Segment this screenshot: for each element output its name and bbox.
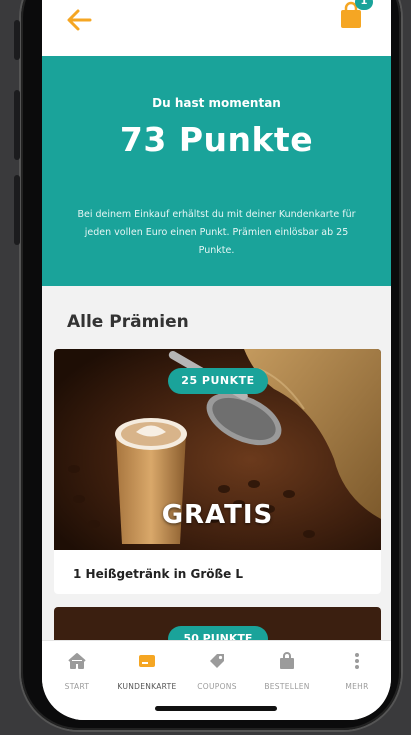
volume-up-button: [14, 90, 20, 160]
tab-label: MEHR: [345, 682, 369, 691]
points-badge: 25 PUNKTE: [168, 368, 268, 394]
card-icon: [139, 655, 155, 667]
points-total: 73 Punkte: [119, 120, 314, 159]
points-summary: Du hast momentan 73 Punkte Bei deinem Ei…: [42, 56, 391, 286]
cart-count-badge: 1: [355, 0, 373, 10]
top-bar: 1: [42, 0, 391, 56]
reward-title: 1 Heißgetränk in Größe L: [73, 567, 244, 581]
cart-button[interactable]: 1: [335, 0, 373, 34]
reward-overlay-text: GRATIS: [161, 500, 274, 530]
tab-label: START: [64, 682, 90, 691]
tab-label: COUPONS: [197, 682, 237, 691]
tab-label: BESTELLEN: [264, 682, 310, 691]
rewards-section-title: Alle Prämien: [67, 312, 189, 332]
back-button[interactable]: [64, 6, 94, 34]
reward-card[interactable]: 25 PUNKTE GRATIS 1 Heißgetränk in Größe …: [54, 349, 381, 594]
tab-kundenkarte[interactable]: KUNDENKARTE: [112, 641, 182, 701]
arrow-left-icon: [67, 9, 92, 31]
mute-switch: [14, 20, 20, 60]
tab-bestellen[interactable]: BESTELLEN: [252, 641, 322, 701]
more-icon: [355, 653, 359, 669]
bag-icon: [280, 652, 294, 669]
volume-down-button: [14, 175, 20, 245]
tab-coupons[interactable]: COUPONS: [182, 641, 252, 701]
home-icon: [68, 653, 86, 669]
points-description: Bei deinem Einkauf erhältst du mit deine…: [77, 209, 356, 256]
tag-icon: [210, 654, 224, 668]
points-intro: Du hast momentan: [152, 96, 281, 110]
tab-mehr[interactable]: MEHR: [322, 641, 391, 701]
tab-label: KUNDENKARTE: [117, 682, 177, 691]
tab-start[interactable]: START: [42, 641, 112, 701]
app-screen: 1 Du hast momentan 73 Punkte Bei deinem …: [42, 0, 391, 720]
home-indicator[interactable]: [155, 706, 277, 711]
